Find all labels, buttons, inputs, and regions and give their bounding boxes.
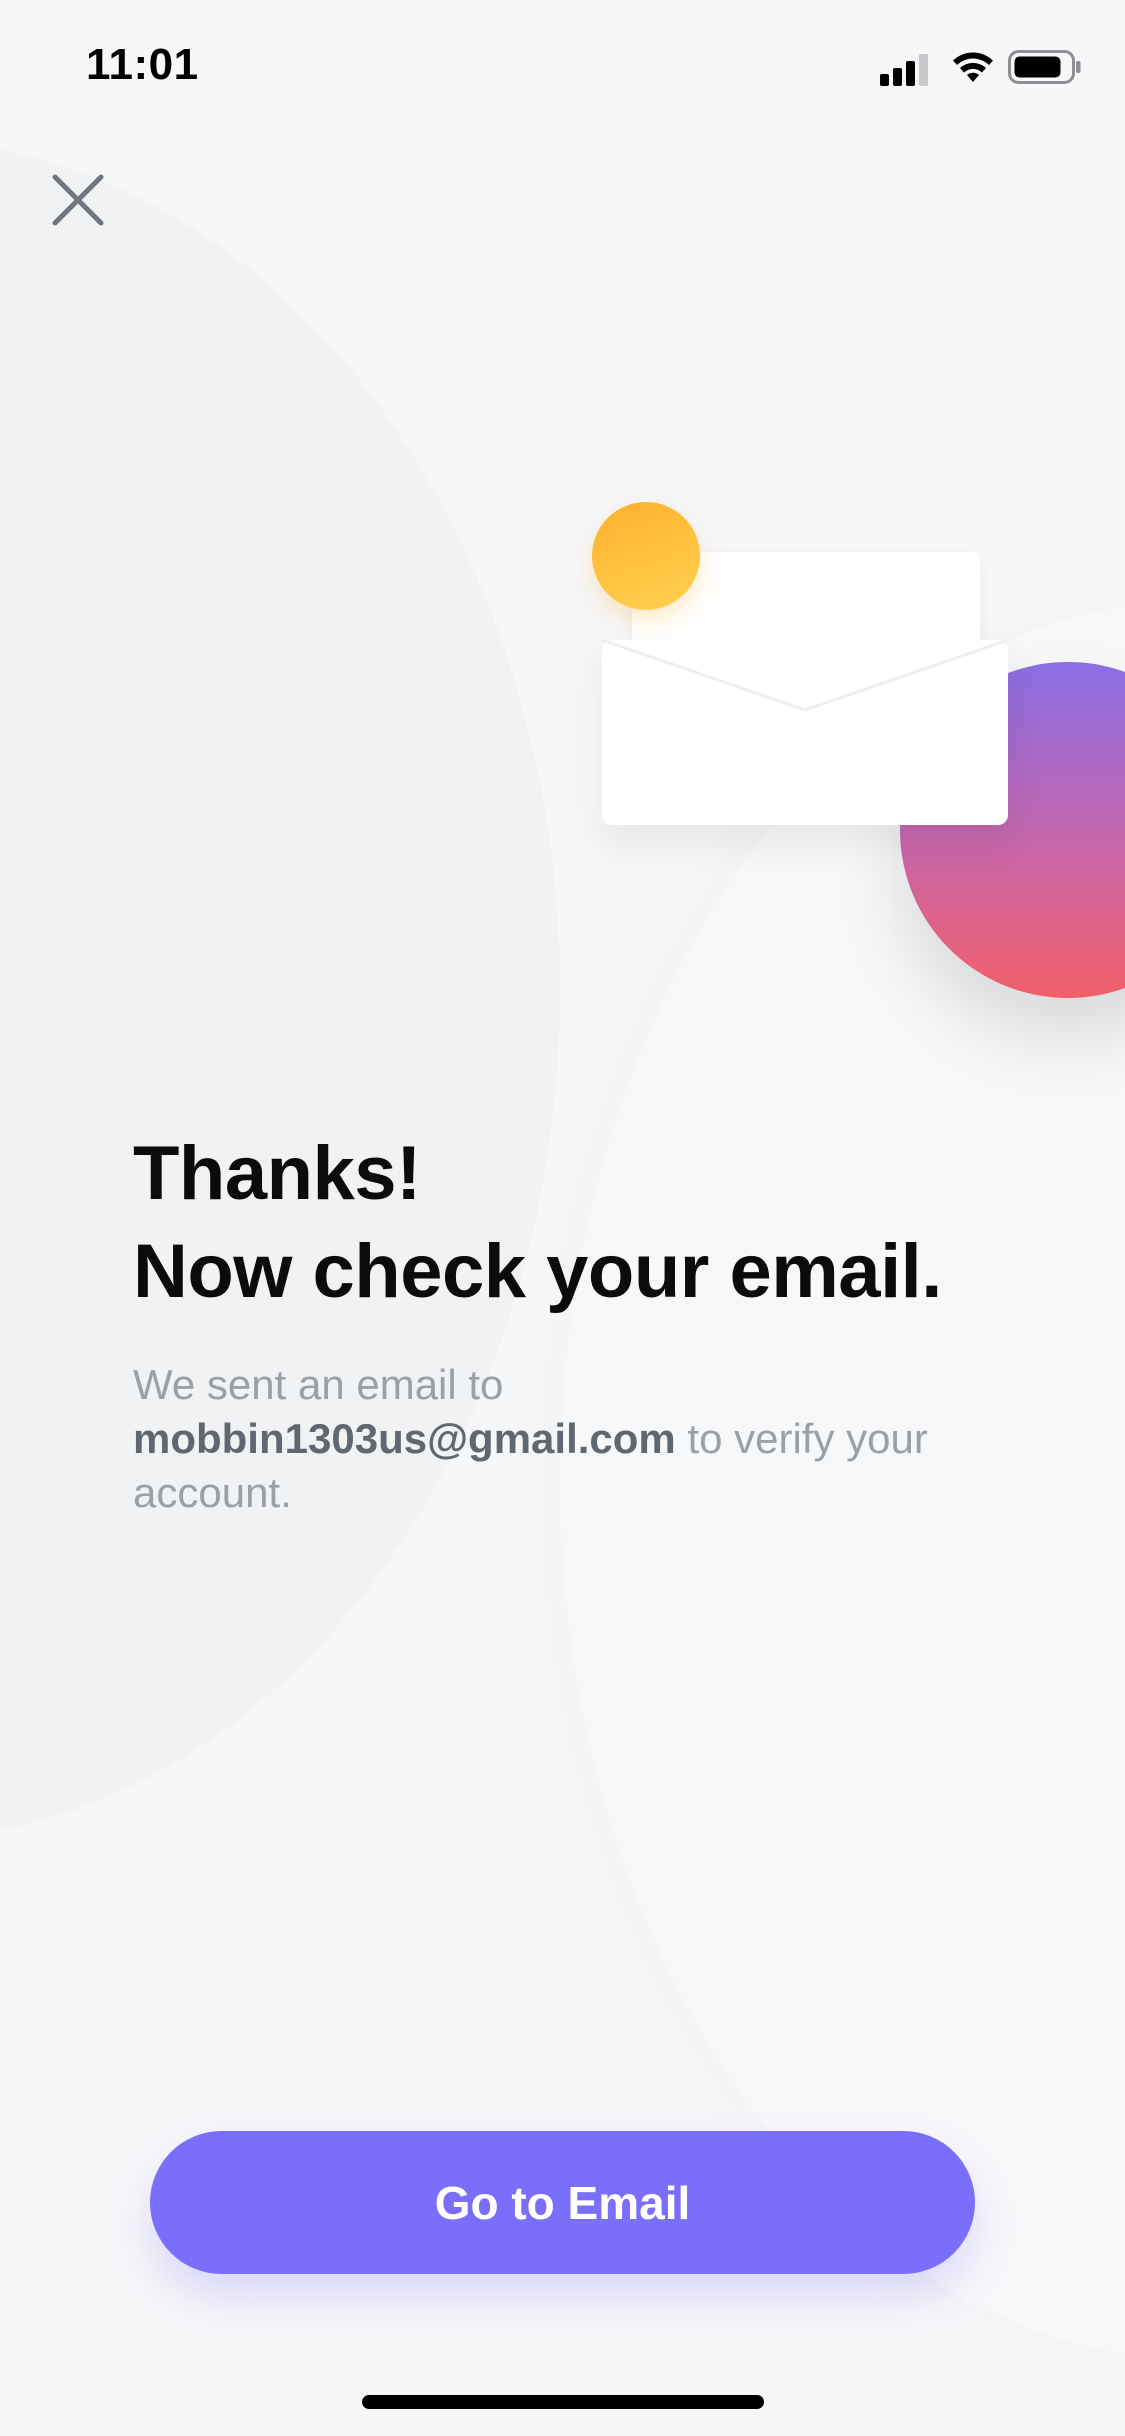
message-prefix: We sent an email to [133,1361,504,1408]
status-time: 11:01 [86,40,199,89]
verification-message: We sent an email to mobbin1303us@gmail.c… [133,1358,953,1520]
go-to-email-button[interactable]: Go to Email [150,2131,975,2274]
page-title: Thanks! Now check your email. [133,1125,942,1321]
email-address: mobbin1303us@gmail.com [133,1415,676,1462]
background-blob-left [0,140,560,1840]
close-icon [52,174,104,226]
battery-icon [1008,50,1081,84]
verify-email-screen: 11:01 Thanks! Now check your email. We s… [0,0,1125,2436]
status-bar: 11:01 [0,0,1125,132]
home-indicator [362,2395,764,2409]
wifi-icon [953,52,993,82]
close-button[interactable] [46,168,110,232]
envelope-flap [602,640,1008,712]
envelope-illustration [560,470,1125,1030]
headline-line-2: Now check your email. [133,1229,942,1314]
signal-icon [880,54,928,86]
notification-dot [592,502,700,610]
headline-line-1: Thanks! [133,1131,421,1216]
